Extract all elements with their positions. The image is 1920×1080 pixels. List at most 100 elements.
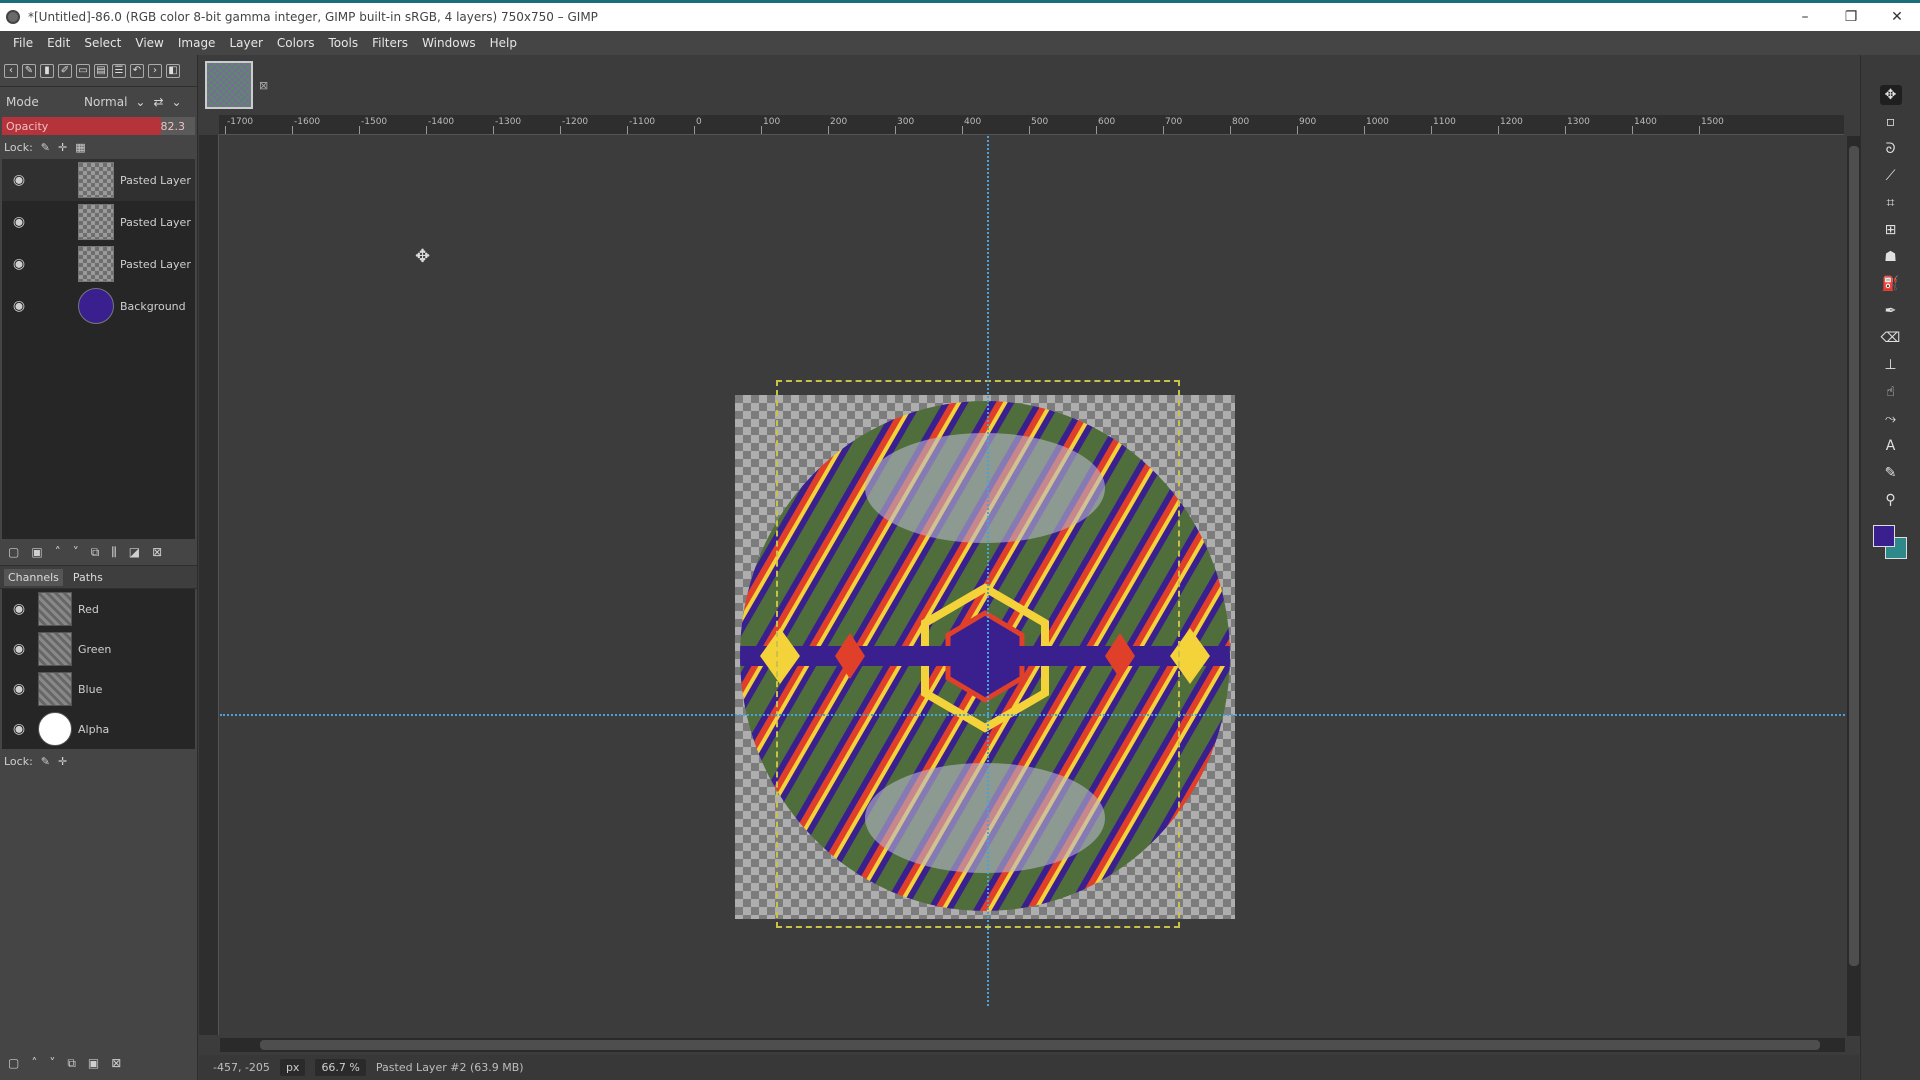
vertical-ruler[interactable]	[199, 135, 219, 1035]
horizontal-ruler[interactable]: -1700 -1600 -1500 -1400 -1300 -1200 -1100 0 100 2…	[219, 115, 1844, 135]
menu-filters[interactable]: Filters	[365, 36, 415, 50]
scrollbar-thumb[interactable]	[260, 1040, 1820, 1050]
image-tab-thumbnail[interactable]	[205, 61, 253, 109]
duplicate-channel-icon[interactable]: ⧉	[67, 1056, 76, 1071]
ruler-tick-label: 1500	[1701, 117, 1724, 127]
layer-row[interactable]: ◉ Pasted Layer	[2, 159, 195, 201]
eye-icon[interactable]: ◉	[10, 172, 28, 188]
paint-tab-icon[interactable]: ✐	[58, 63, 72, 78]
tab-paths[interactable]: Paths	[69, 569, 107, 586]
merge-layer-icon[interactable]: ⫼	[111, 545, 117, 560]
brushes-tab-icon[interactable]: ▮	[40, 63, 54, 78]
close-tab-icon[interactable]: ⊠	[259, 79, 268, 92]
mask-layer-icon[interactable]: ◪	[129, 545, 140, 559]
menu-view[interactable]: View	[128, 36, 170, 50]
channel-row[interactable]: ◉ Red	[2, 589, 195, 629]
raise-channel-icon[interactable]: ˄	[31, 1056, 37, 1070]
eye-icon[interactable]: ◉	[10, 214, 28, 230]
lock-pixels-icon[interactable]: ✎	[41, 755, 50, 768]
new-channel-icon[interactable]: ▢	[8, 1056, 19, 1070]
lock-pixels-icon[interactable]: ✎	[41, 141, 50, 154]
dock-menu-icon[interactable]: ◧	[166, 63, 180, 78]
menu-help[interactable]: Help	[483, 36, 524, 50]
minimize-button[interactable]: –	[1782, 3, 1828, 31]
eye-icon[interactable]: ◉	[10, 256, 28, 272]
ruler-tick-label: -1300	[495, 117, 522, 127]
menu-layer[interactable]: Layer	[222, 36, 269, 50]
menu-colors[interactable]: Colors	[270, 36, 322, 50]
fuzzy-select-icon[interactable]: ⟋	[1880, 166, 1902, 186]
text-icon[interactable]: A	[1880, 436, 1902, 456]
lock-alpha-icon[interactable]: ▦	[75, 141, 85, 154]
unit-dropdown[interactable]: px	[279, 1059, 306, 1076]
duplicate-layer-icon[interactable]: ⧉	[91, 545, 100, 560]
lock-position-icon[interactable]: ✛	[58, 755, 67, 768]
eye-icon[interactable]: ◉	[10, 601, 28, 617]
foreground-color-swatch[interactable]	[1872, 525, 1895, 547]
menu-file[interactable]: File	[6, 36, 40, 50]
crop-icon[interactable]: ⌗	[1880, 193, 1902, 213]
eye-icon[interactable]: ◉	[10, 721, 28, 737]
new-layer-group-icon[interactable]: ▣	[31, 545, 42, 559]
vertical-scrollbar[interactable]	[1847, 136, 1861, 1036]
menu-select[interactable]: Select	[77, 36, 128, 50]
undo-history-tab-icon[interactable]: ↶	[130, 63, 144, 78]
chevron-down-icon[interactable]: ⌄	[172, 95, 182, 109]
layers-tab-icon[interactable]: ▭	[76, 63, 90, 78]
horizontal-scrollbar[interactable]	[220, 1038, 1845, 1052]
menu-tools[interactable]: Tools	[322, 36, 366, 50]
delete-channel-icon[interactable]: ⊠	[111, 1056, 121, 1070]
move-icon[interactable]: ✥	[1879, 85, 1902, 105]
delete-layer-icon[interactable]: ⊠	[152, 545, 162, 559]
clone-icon[interactable]: ⊥	[1880, 355, 1902, 375]
eye-icon[interactable]: ◉	[10, 298, 28, 314]
channel-name: Blue	[78, 682, 103, 696]
channel-to-selection-icon[interactable]: ▣	[88, 1056, 99, 1070]
warp-icon[interactable]: ☗	[1880, 247, 1902, 267]
vertical-guide[interactable]	[987, 136, 989, 1006]
mode-dropdown[interactable]: Normal	[84, 95, 127, 109]
tool-options-tab-icon[interactable]: ✎	[22, 63, 36, 78]
scrollbar-thumb[interactable]	[1849, 146, 1859, 966]
mode-switch-icon[interactable]: ⇄	[153, 95, 163, 109]
channel-row[interactable]: ◉ Green	[2, 629, 195, 669]
layer-row[interactable]: ◉ Pasted Layer	[2, 201, 195, 243]
new-layer-icon[interactable]: ▢	[8, 545, 19, 559]
eraser-icon[interactable]: ⌫	[1880, 328, 1902, 348]
menu-edit[interactable]: Edit	[40, 36, 77, 50]
horizontal-guide[interactable]	[220, 714, 1845, 716]
channel-row[interactable]: ◉ Alpha	[2, 709, 195, 749]
eye-icon[interactable]: ◉	[10, 641, 28, 657]
maximize-button[interactable]: ❐	[1828, 3, 1874, 31]
images-tab-icon[interactable]: ▤	[94, 63, 108, 78]
layer-row[interactable]: ◉ Background	[2, 285, 195, 327]
menu-image[interactable]: Image	[171, 36, 223, 50]
lower-layer-icon[interactable]: ˅	[73, 545, 79, 559]
chevron-right-icon[interactable]: ›	[148, 63, 162, 78]
lock-position-icon[interactable]: ✛	[58, 141, 67, 154]
chevron-left-icon[interactable]: ‹	[4, 63, 18, 78]
chevron-down-icon[interactable]: ⌄	[135, 95, 145, 109]
lasso-icon[interactable]: ᘐ	[1880, 139, 1902, 159]
paintbrush-icon[interactable]: ✒	[1880, 301, 1902, 321]
zoom-dropdown[interactable]: 66.7 %	[315, 1059, 366, 1076]
document-tab-icon[interactable]: ☰	[112, 63, 126, 78]
lower-channel-icon[interactable]: ˅	[49, 1056, 55, 1070]
canvas-viewport[interactable]: ✥	[220, 136, 1845, 1036]
unified-transform-icon[interactable]: ⊞	[1880, 220, 1902, 240]
menu-windows[interactable]: Windows	[415, 36, 483, 50]
zoom-icon[interactable]: ⚲	[1880, 490, 1902, 510]
smudge-icon[interactable]: ☝	[1880, 382, 1902, 402]
rect-select-icon[interactable]: ▫	[1880, 112, 1902, 132]
close-button[interactable]: ✕	[1874, 3, 1920, 31]
tab-channels[interactable]: Channels	[4, 568, 63, 586]
paths-icon[interactable]: ⤳	[1880, 409, 1902, 429]
opacity-slider[interactable]: Opacity 82.3	[2, 117, 195, 135]
layer-row[interactable]: ◉ Pasted Layer	[2, 243, 195, 285]
layers-list: ◉ Pasted Layer ◉ Pasted Layer ◉ Pasted L…	[2, 159, 195, 539]
bucket-fill-icon[interactable]: ⛽	[1880, 274, 1902, 294]
eye-icon[interactable]: ◉	[10, 681, 28, 697]
color-picker-icon[interactable]: ✎	[1880, 463, 1902, 483]
channel-row[interactable]: ◉ Blue	[2, 669, 195, 709]
raise-layer-icon[interactable]: ˄	[55, 545, 61, 559]
